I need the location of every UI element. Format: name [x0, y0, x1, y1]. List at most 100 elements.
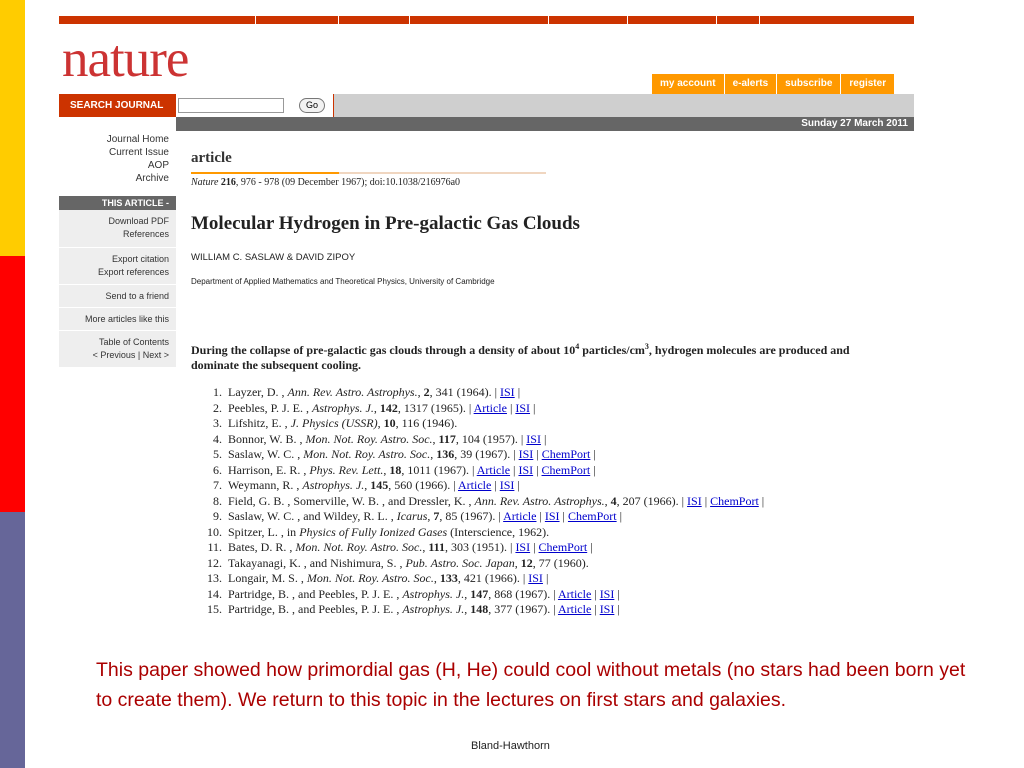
journal-home-link[interactable]: Journal Home: [59, 133, 176, 146]
reference-details: , 421 (1966). |: [457, 571, 529, 585]
reference-article-link[interactable]: Article: [558, 587, 591, 601]
reference-volume: 133: [439, 571, 458, 585]
reference-article-link[interactable]: Article: [458, 478, 491, 492]
reference-details: , 377 (1967). |: [488, 602, 558, 616]
reference-article-link[interactable]: Article: [474, 401, 507, 415]
reference-chemport-link[interactable]: ChemPort: [542, 447, 591, 461]
subscribe-link[interactable]: subscribe: [776, 74, 840, 94]
slide-stripe-purple: [0, 512, 25, 768]
reference-isi-link[interactable]: ISI: [600, 587, 615, 601]
references-link[interactable]: References: [59, 228, 169, 241]
send-tools: Send to a friend: [59, 285, 176, 308]
reference-item: 1. Layzer, D. , Ann. Rev. Astro. Astrophy…: [194, 385, 764, 401]
top-nav-item[interactable]: [548, 16, 627, 24]
prev-next-links[interactable]: < Previous | Next >: [59, 349, 169, 362]
reference-journal: Ann. Rev. Astro. Astrophys.: [287, 385, 418, 399]
reference-journal: Ann. Rev. Astro. Astrophys.: [474, 493, 605, 508]
aop-link[interactable]: AOP: [59, 159, 176, 172]
reference-isi-link[interactable]: ISI: [528, 571, 543, 585]
reference-details: , 341 (1964). |: [429, 385, 501, 399]
reference-number: 9.: [213, 509, 222, 523]
go-button[interactable]: Go: [299, 98, 325, 113]
reference-details: , 77 (1960).: [532, 555, 589, 570]
reference-number: 3.: [213, 416, 222, 430]
reference-volume: 18: [389, 462, 402, 477]
slide-stripe-red: [0, 256, 25, 512]
reference-article-link[interactable]: Article: [503, 509, 536, 523]
reference-isi-link[interactable]: ISI: [687, 494, 702, 508]
export-citation-link[interactable]: Export citation: [59, 253, 169, 266]
reference-isi-link[interactable]: ISI: [518, 463, 533, 477]
nature-logo[interactable]: nature: [62, 28, 189, 90]
reference-isi-link[interactable]: ISI: [526, 432, 541, 446]
current-issue-link[interactable]: Current Issue: [59, 146, 176, 159]
reference-chemport-link[interactable]: ChemPort: [710, 494, 759, 508]
reference-isi-link[interactable]: ISI: [515, 401, 530, 415]
reference-volume: 145: [370, 478, 389, 492]
top-nav-item[interactable]: [255, 16, 338, 24]
top-nav-item[interactable]: [409, 16, 548, 24]
reference-number: 14.: [207, 586, 222, 601]
reference-journal: Astrophys. J.: [302, 478, 365, 492]
reference-isi-link[interactable]: ISI: [600, 602, 615, 616]
reference-details: , 104 (1957). |: [455, 431, 527, 446]
reference-number: 8.: [213, 493, 222, 508]
reference-item: 2. Peebles, P. J. E. , Astrophys. J., 142…: [194, 401, 764, 417]
reference-isi-link[interactable]: ISI: [545, 509, 560, 523]
my-account-link[interactable]: my account: [652, 74, 724, 94]
more-articles-tools: More articles like this: [59, 308, 176, 331]
reference-volume: 12: [520, 555, 533, 570]
export-references-link[interactable]: Export references: [59, 266, 169, 279]
search-journal-label: SEARCH JOURNAL: [59, 94, 176, 117]
reference-isi-link[interactable]: ISI: [500, 385, 515, 399]
download-pdf-link[interactable]: Download PDF: [59, 215, 169, 228]
top-nav-item[interactable]: [759, 16, 828, 24]
reference-volume: 117: [438, 431, 456, 446]
top-nav-item[interactable]: [716, 16, 759, 24]
reference-journal: Astrophys. J.: [402, 602, 465, 616]
archive-link[interactable]: Archive: [59, 172, 176, 185]
reference-volume: 147: [470, 586, 489, 601]
reference-chemport-link[interactable]: ChemPort: [542, 463, 591, 477]
reference-authors: Partridge, B. , and Peebles, P. J. E. ,: [228, 602, 403, 616]
reference-authors: Weymann, R. ,: [228, 478, 303, 492]
reference-chemport-link[interactable]: ChemPort: [568, 509, 617, 523]
reference-item: 5. Saslaw, W. C. , Mon. Not. Roy. Astro. …: [194, 447, 764, 463]
reference-isi-link[interactable]: ISI: [515, 540, 530, 554]
reference-article-link[interactable]: Article: [558, 602, 591, 616]
reference-journal: Physics of Fully Ionized Gases: [299, 524, 448, 539]
article-abstract: During the collapse of pre-galactic gas …: [191, 339, 881, 373]
reference-isi-link[interactable]: ISI: [500, 478, 515, 492]
reference-chemport-link[interactable]: ChemPort: [539, 540, 588, 554]
abstract-text: particles/cm: [579, 343, 645, 357]
top-nav-item[interactable]: [338, 16, 409, 24]
reference-authors: Takayanagi, K. , and Nishimura, S. ,: [228, 555, 406, 570]
search-journal-input[interactable]: [178, 98, 284, 113]
reference-authors: Spitzer, L. , in: [228, 524, 300, 539]
reference-number: 6.: [213, 462, 222, 477]
reference-journal: Mon. Not. Roy. Astro. Soc.: [303, 447, 431, 461]
reference-journal: Astrophys. J.: [402, 586, 465, 601]
reference-item: 12. Takayanagi, K. , and Nishimura, S. , …: [194, 556, 764, 572]
top-nav-item[interactable]: [627, 16, 716, 24]
reference-journal: Mon. Not. Roy. Astro. Soc.: [306, 571, 434, 585]
e-alerts-link[interactable]: e-alerts: [723, 74, 777, 94]
reference-authors: Saslaw, W. C. , and Wildey, R. L. ,: [228, 509, 397, 523]
this-article-header[interactable]: THIS ARTICLE -: [59, 196, 176, 210]
more-articles-link[interactable]: More articles like this: [59, 313, 169, 326]
reference-number: 1.: [213, 385, 222, 399]
reference-volume: 111: [428, 540, 446, 554]
register-link[interactable]: register: [840, 74, 894, 94]
abstract-text: During the collapse of pre-galactic gas …: [191, 343, 576, 357]
table-of-contents-link[interactable]: Table of Contents: [59, 336, 169, 349]
reference-journal: Pub. Astro. Soc. Japan: [405, 555, 515, 570]
reference-journal: Mon. Not. Roy. Astro. Soc.: [295, 540, 423, 554]
reference-details: , 207 (1966). |: [616, 493, 688, 508]
reference-authors: Longair, M. S. ,: [228, 571, 307, 585]
reference-article-link[interactable]: Article: [477, 463, 510, 477]
account-links-bar: my account e-alerts subscribe register: [652, 74, 895, 94]
reference-number: 5.: [213, 447, 222, 461]
reference-item: 7. Weymann, R. , Astrophys. J., 145, 560 …: [194, 478, 764, 494]
send-to-friend-link[interactable]: Send to a friend: [59, 290, 169, 303]
reference-isi-link[interactable]: ISI: [519, 447, 534, 461]
